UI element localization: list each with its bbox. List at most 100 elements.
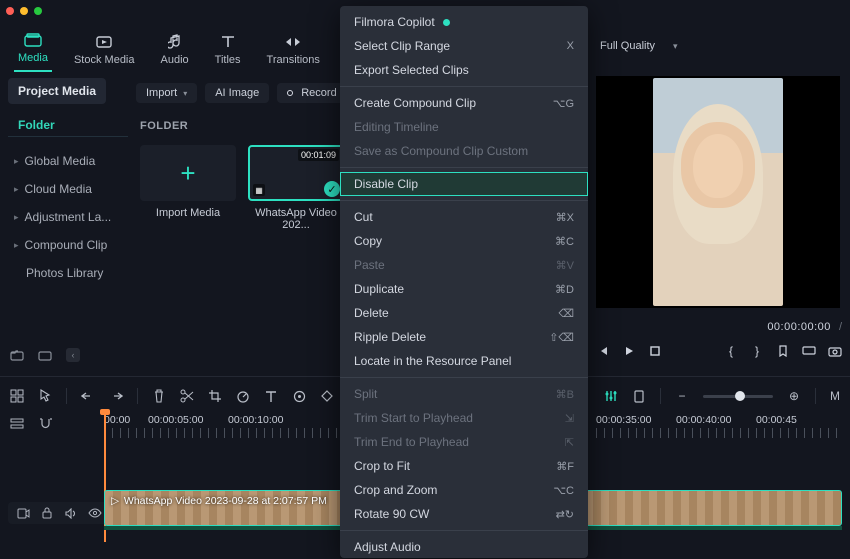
project-media-button[interactable]: Project Media xyxy=(8,78,106,104)
zoom-dot[interactable] xyxy=(34,7,42,15)
magnet-icon[interactable] xyxy=(38,416,52,430)
text-button[interactable] xyxy=(264,389,278,403)
sidebar-item-label: Cloud Media xyxy=(25,182,92,196)
shortcut: ⇧⌫ xyxy=(549,331,574,344)
label: Locate in the Resource Panel xyxy=(354,354,511,368)
menu-cut[interactable]: Cut⌘X xyxy=(340,205,588,229)
m-label[interactable]: M xyxy=(830,389,840,403)
undo-button[interactable] xyxy=(81,389,95,403)
zoom-slider[interactable] xyxy=(703,395,773,398)
label: Adjust Audio xyxy=(354,540,421,554)
display-icon[interactable] xyxy=(802,344,816,358)
shortcut: ⇲ xyxy=(565,412,574,425)
visibility-icon[interactable] xyxy=(88,506,102,520)
new-folder-icon[interactable] xyxy=(10,348,24,362)
stop-button[interactable] xyxy=(648,344,662,358)
marker-add-icon[interactable] xyxy=(632,389,646,403)
cursor-icon[interactable] xyxy=(38,389,52,403)
menu-create-compound[interactable]: Create Compound Clip⌥G xyxy=(340,91,588,115)
chevron-right-icon: ▸ xyxy=(14,156,19,167)
color-button[interactable] xyxy=(292,389,306,403)
preview-monitor[interactable] xyxy=(596,76,840,308)
sidebar-item-adjustment[interactable]: ▸Adjustment La... xyxy=(8,203,128,231)
mute-icon[interactable] xyxy=(64,506,78,520)
folder-heading: FOLDER xyxy=(140,120,188,132)
ai-image-button[interactable]: AI Image xyxy=(205,83,269,103)
marker-icon[interactable] xyxy=(776,344,790,358)
zoom-out-button[interactable]: − xyxy=(675,389,689,403)
speed-button[interactable] xyxy=(236,389,250,403)
folder-caption[interactable]: Folder xyxy=(8,114,128,137)
collapse-sidebar-button[interactable]: ‹ xyxy=(66,348,80,362)
layers-icon[interactable] xyxy=(10,416,24,430)
folder-icon[interactable] xyxy=(38,348,52,362)
crop-button[interactable] xyxy=(208,389,222,403)
label: Trim End to Playhead xyxy=(354,435,469,449)
menu-copilot[interactable]: Filmora Copilot xyxy=(340,10,588,34)
label: Import xyxy=(146,87,177,99)
menu-adjust-audio[interactable]: Adjust Audio xyxy=(340,535,588,558)
timeline-ruler-left[interactable]: 00:00 00:00:05:00 00:00:10:00 xyxy=(104,414,342,442)
menu-delete[interactable]: Delete⌫ xyxy=(340,301,588,325)
mixer-icon[interactable] xyxy=(604,389,618,403)
shortcut: ⌘B xyxy=(556,388,574,401)
minimize-dot[interactable] xyxy=(20,7,28,15)
keyframe-button[interactable] xyxy=(320,389,334,403)
shortcut: ⌘C xyxy=(555,235,574,248)
label: Full Quality xyxy=(600,40,655,52)
play-button[interactable] xyxy=(622,344,636,358)
import-media-tile[interactable]: + Import Media xyxy=(140,145,236,231)
step-back-button[interactable] xyxy=(596,344,610,358)
menu-export-selected[interactable]: Export Selected Clips xyxy=(340,58,588,82)
sidebar-item-cloud[interactable]: ▸ Cloud Media xyxy=(8,175,128,203)
timeline-ruler-right[interactable]: 00:00:35:00 00:00:40:00 00:00:45 xyxy=(596,414,844,442)
media-clip-tile[interactable]: 00:01:09 ▦ ✓ WhatsApp Video 202... xyxy=(248,145,344,231)
brace-close-icon[interactable]: } xyxy=(750,344,764,358)
ruler-mark: 00:00:05:00 xyxy=(148,414,228,426)
video-track-icon[interactable] xyxy=(16,506,30,520)
tab-transitions[interactable]: Transitions xyxy=(263,34,324,72)
menu-duplicate[interactable]: Duplicate⌘D xyxy=(340,277,588,301)
menu-crop-fit[interactable]: Crop to Fit⌘F xyxy=(340,454,588,478)
tab-label: Transitions xyxy=(267,54,320,66)
clip-duration: 00:01:09 xyxy=(298,149,339,161)
menu-rotate[interactable]: Rotate 90 CW⇄↻ xyxy=(340,502,588,526)
menu-copy[interactable]: Copy⌘C xyxy=(340,229,588,253)
sidebar-item-photos[interactable]: Photos Library xyxy=(8,259,128,287)
menu-locate[interactable]: Locate in the Resource Panel xyxy=(340,349,588,373)
tab-titles[interactable]: Titles xyxy=(211,34,245,72)
menu-trim-start: Trim Start to Playhead⇲ xyxy=(340,406,588,430)
menu-crop-zoom[interactable]: Crop and Zoom⌥C xyxy=(340,478,588,502)
zoom-in-button[interactable]: ⊕ xyxy=(787,389,801,403)
tile-caption: Import Media xyxy=(140,207,236,219)
sidebar-item-compound[interactable]: ▸Compound Clip xyxy=(8,231,128,259)
chevron-right-icon: ▸ xyxy=(14,184,19,195)
sidebar-item-label: Adjustment La... xyxy=(25,210,112,224)
tab-audio[interactable]: Audio xyxy=(157,34,193,72)
tab-media[interactable]: Media xyxy=(14,32,52,72)
window-controls[interactable] xyxy=(6,4,42,18)
menu-select-range[interactable]: Select Clip RangeX xyxy=(340,34,588,58)
sidebar-item-global[interactable]: ▸Global Media xyxy=(8,147,128,175)
split-button[interactable] xyxy=(180,389,194,403)
redo-button[interactable] xyxy=(109,389,123,403)
shortcut: ⌘X xyxy=(556,211,574,224)
sidebar-footer: ‹ xyxy=(10,348,80,362)
lock-icon[interactable] xyxy=(40,506,54,520)
menu-ripple-delete[interactable]: Ripple Delete⇧⌫ xyxy=(340,325,588,349)
brace-open-icon[interactable]: { xyxy=(724,344,738,358)
delete-button[interactable] xyxy=(152,389,166,403)
menu-disable-clip[interactable]: Disable Clip xyxy=(340,172,588,196)
close-dot[interactable] xyxy=(6,7,14,15)
label: Rotate 90 CW xyxy=(354,507,429,521)
import-dropdown[interactable]: Import▾ xyxy=(136,83,197,103)
preview-quality-dropdown[interactable]: Full Quality ▾ xyxy=(600,40,678,52)
tab-stock-media[interactable]: Stock Media xyxy=(70,34,139,72)
arrange-icon[interactable] xyxy=(10,389,24,403)
record-icon xyxy=(287,90,293,96)
sidebar: Project Media Folder ▸Global Media ▸ Clou… xyxy=(8,78,128,287)
snapshot-icon[interactable] xyxy=(828,344,842,358)
label: Filmora Copilot xyxy=(354,15,435,29)
slider-thumb[interactable] xyxy=(735,391,745,401)
label: Duplicate xyxy=(354,282,404,296)
